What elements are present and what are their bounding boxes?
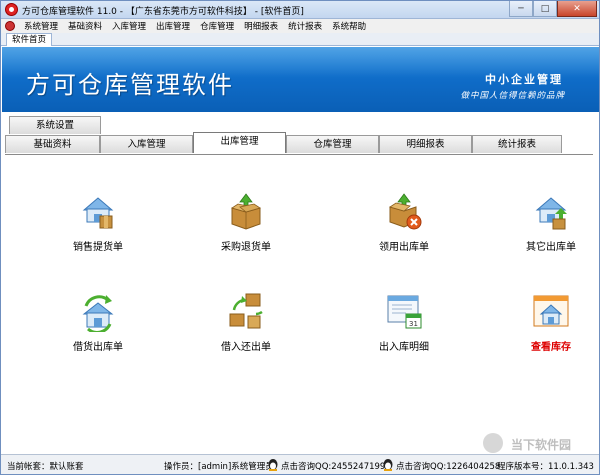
tile-label: 出入库明细 [379,342,429,353]
tile-label: 借入还出单 [221,342,271,353]
maximize-button[interactable]: □ [533,1,557,17]
document-tab-strip: 软件首页 [1,33,599,46]
doc-tab-home[interactable]: 软件首页 [6,33,53,46]
banner-tagline: 做中国人信得信赖的品牌 [460,91,565,101]
status-qq-consult-2[interactable]: 点击咨询QQ:1226404258 [396,460,500,472]
requisition-outbound-tile[interactable]: 领用出库单 [354,192,454,262]
menu-outbound[interactable]: 出库管理 [151,20,195,32]
banner-app-name: 方可仓库管理软件 [26,71,234,99]
sales-delivery-tile[interactable]: 销售提货单 [48,192,148,262]
tile-label: 采购退货单 [221,242,271,253]
status-bar: 当前帐套：默认账套 操作员：[admin]系统管理员 点击咨询QQ:245524… [1,454,599,474]
menu-stat-report[interactable]: 统计报表 [283,20,327,32]
minimize-button[interactable]: ─ [509,1,533,17]
loan-outbound-tile[interactable]: 借货出库单 [48,292,148,362]
menu-warehouse[interactable]: 仓库管理 [195,20,239,32]
title-bar[interactable]: 方可仓库管理软件 11.0 - 【广东省东莞市方可软件科技】 - [软件首页] … [1,1,599,19]
module-tabs: 系统设置 基础资料 入库管理 出库管理 仓库管理 明细报表 统计报表 [2,112,599,156]
menu-inbound[interactable]: 入库管理 [107,20,151,32]
open-box-arrow-icon [231,193,261,230]
purchase-return-tile[interactable]: 采购退货单 [196,192,296,262]
tab-detail-report[interactable]: 明细报表 [379,135,472,153]
menu-system[interactable]: 系统管理 [19,20,63,32]
tab-basic-data[interactable]: 基础资料 [5,135,100,153]
app-logo-icon[interactable] [5,3,18,16]
qq-penguin-icon[interactable] [382,458,394,471]
menu-basic-data[interactable]: 基础资料 [63,20,107,32]
house-refresh-icon [82,295,114,332]
tab-baseline [5,154,593,155]
tab-stat-report[interactable]: 统计报表 [472,135,562,153]
status-account: 当前帐套：默认账套 [7,462,84,472]
tab-inbound[interactable]: 入库管理 [100,135,193,153]
svg-text:31: 31 [409,320,418,328]
tab-warehouse[interactable]: 仓库管理 [286,135,379,153]
watermark-logo-icon [483,433,503,453]
boxes-cycle-icon [229,293,263,329]
status-qq-consult-1[interactable]: 点击咨询QQ:2455247199 [281,460,385,472]
other-outbound-tile[interactable]: 其它出库单 [501,192,600,262]
calendar-window-icon: 31 [387,295,422,329]
menu-bar: 系统管理 基础资料 入库管理 出库管理 仓库管理 明细报表 统计报表 系统帮助 [1,19,599,33]
site-watermark: 当下软件园 [481,433,596,455]
status-version: 程序版本号：11.0.1.343 [497,462,594,472]
house-box-icon [535,197,567,230]
app-menu-icon[interactable] [5,21,15,31]
tile-label: 领用出库单 [379,242,429,253]
tile-label: 销售提货单 [73,242,123,253]
tab-outbound[interactable]: 出库管理 [193,132,286,153]
banner-slogan: 中小企业管理 [485,73,563,86]
menu-help[interactable]: 系统帮助 [327,20,371,32]
status-operator: 操作员：[admin]系统管理员 [164,462,274,472]
qq-penguin-icon[interactable] [267,458,279,471]
box-cancel-icon [389,193,422,230]
window-house-icon [533,295,569,327]
app-window: 方可仓库管理软件 11.0 - 【广东省东莞市方可软件科技】 - [软件首页] … [0,0,600,475]
module-content: 销售提货单 采购退货单 领用出库单 其它出库单 借货出库单 借入还出单 31 出… [2,156,599,452]
header-banner: 方可仓库管理软件 中小企业管理 做中国人信得信赖的品牌 [2,47,599,112]
tile-label: 借货出库单 [73,342,123,353]
window-controls: ─ □ ✕ [509,1,597,18]
watermark-text: 当下软件园 [511,438,572,452]
tab-system-settings[interactable]: 系统设置 [9,116,101,134]
window-title: 方可仓库管理软件 11.0 - 【广东省东莞市方可软件科技】 - [软件首页] [22,7,304,17]
inout-detail-tile[interactable]: 31 出入库明细 [354,292,454,362]
close-button[interactable]: ✕ [557,1,597,17]
tile-label: 查看库存 [531,342,571,353]
house-box-icon [82,197,114,229]
view-inventory-tile[interactable]: 查看库存 [501,292,600,362]
tile-label: 其它出库单 [526,242,576,253]
borrow-return-tile[interactable]: 借入还出单 [196,292,296,362]
menu-detail-report[interactable]: 明细报表 [239,20,283,32]
